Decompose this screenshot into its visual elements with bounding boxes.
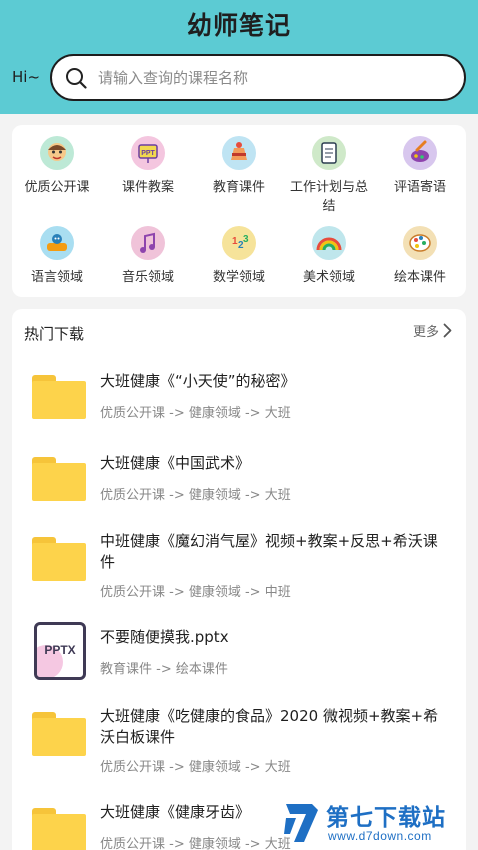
section-title: 热门下载 xyxy=(24,325,85,343)
category-label: 绘本课件 xyxy=(393,270,446,285)
app-title: 幼师笔记 xyxy=(186,11,291,40)
svg-text:3: 3 xyxy=(243,234,249,245)
more-link[interactable]: 更多 xyxy=(413,321,452,340)
download-path: 优质公开课 -> 健康领域 -> 大班 xyxy=(100,760,291,775)
clipboard-icon xyxy=(312,136,346,170)
download-path: 优质公开课 -> 健康领域 -> 大班 xyxy=(100,488,291,503)
category-label: 音乐领域 xyxy=(121,270,174,285)
folder-icon xyxy=(32,808,86,850)
folder-icon xyxy=(32,375,86,421)
search-icon[interactable] xyxy=(65,67,87,89)
download-path: 教育课件 -> 绘本课件 xyxy=(100,662,228,677)
download-title: 不要随便摸我.pptx xyxy=(100,628,229,646)
teacher-icon xyxy=(40,136,74,170)
download-title: 大班健康《“小天使”的秘密》 xyxy=(100,372,296,390)
category-item-music[interactable]: 音乐领域 xyxy=(103,226,193,287)
pptx-file-icon: PPTX xyxy=(34,622,86,680)
watermark-url: www.d7down.com xyxy=(328,829,432,843)
category-label: 语言领域 xyxy=(30,270,83,285)
site-watermark: 第七下载站 www.d7down.com xyxy=(282,798,478,850)
hot-downloads-section: 热门下载 更多 大班健康《“小天使”的秘密》 优质公开课 -> 健康领域 -> … xyxy=(12,309,466,850)
chevron-right-icon xyxy=(443,323,452,338)
palette-icon xyxy=(403,226,437,260)
watermark-title: 第七下载站 xyxy=(326,805,446,831)
category-item-quality-open-class[interactable]: 优质公开课 xyxy=(12,136,102,197)
search-input[interactable] xyxy=(98,64,448,92)
category-label: 数学领域 xyxy=(212,270,265,285)
category-item-education-courseware[interactable]: 教育课件 xyxy=(194,136,284,197)
letters-icon xyxy=(40,226,74,260)
d7-logo-icon xyxy=(284,804,318,842)
folder-icon xyxy=(32,712,86,758)
svg-text:PPT: PPT xyxy=(141,150,155,157)
greeting-text: Hi~ xyxy=(12,68,41,86)
category-item-language[interactable]: 语言领域 xyxy=(12,226,102,287)
download-title: 中班健康《魔幻消气屋》视频+教案+反思+希沃课件 xyxy=(100,532,438,571)
category-label: 教育课件 xyxy=(212,180,265,195)
category-label: 评语寄语 xyxy=(393,180,446,195)
folder-icon xyxy=(32,537,86,583)
more-label: 更多 xyxy=(412,325,439,340)
search-bar[interactable] xyxy=(50,54,466,101)
download-path: 优质公开课 -> 健康领域 -> 中班 xyxy=(100,585,291,600)
music-icon xyxy=(131,226,165,260)
category-label: 课件教案 xyxy=(121,180,174,195)
ppt-board-icon: PPT xyxy=(131,136,165,170)
download-path: 优质公开课 -> 健康领域 -> 大班 xyxy=(100,406,291,421)
category-grid: 优质公开课 PPT 课件教案 教育课件 工作计划与总结 评语寄语 语言领域 音乐… xyxy=(12,125,466,297)
download-title: 大班健康《吃健康的食品》2020 微视频+教案+希沃白板课件 xyxy=(100,707,439,746)
category-label: 美术领域 xyxy=(302,270,355,285)
file-type-badge: PPTX xyxy=(44,643,76,657)
folder-icon xyxy=(32,457,86,503)
category-item-work-plan[interactable]: 工作计划与总结 xyxy=(284,136,374,216)
category-item-math[interactable]: 123 数学领域 xyxy=(194,226,284,287)
paint-brush-icon xyxy=(403,136,437,170)
app-header: 幼师笔记 Hi~ xyxy=(0,0,478,114)
cake-icon xyxy=(222,136,256,170)
category-label: 工作计划与总结 xyxy=(289,180,368,214)
category-label: 优质公开课 xyxy=(24,180,90,195)
category-item-picture-book[interactable]: 绘本课件 xyxy=(375,226,465,287)
download-title: 大班健康《中国武术》 xyxy=(100,454,251,472)
category-item-art[interactable]: 美术领域 xyxy=(284,226,374,287)
rainbow-icon xyxy=(312,226,346,260)
numbers-icon: 123 xyxy=(222,226,256,260)
category-item-comments[interactable]: 评语寄语 xyxy=(375,136,465,197)
category-item-courseware-plans[interactable]: PPT 课件教案 xyxy=(103,136,193,197)
